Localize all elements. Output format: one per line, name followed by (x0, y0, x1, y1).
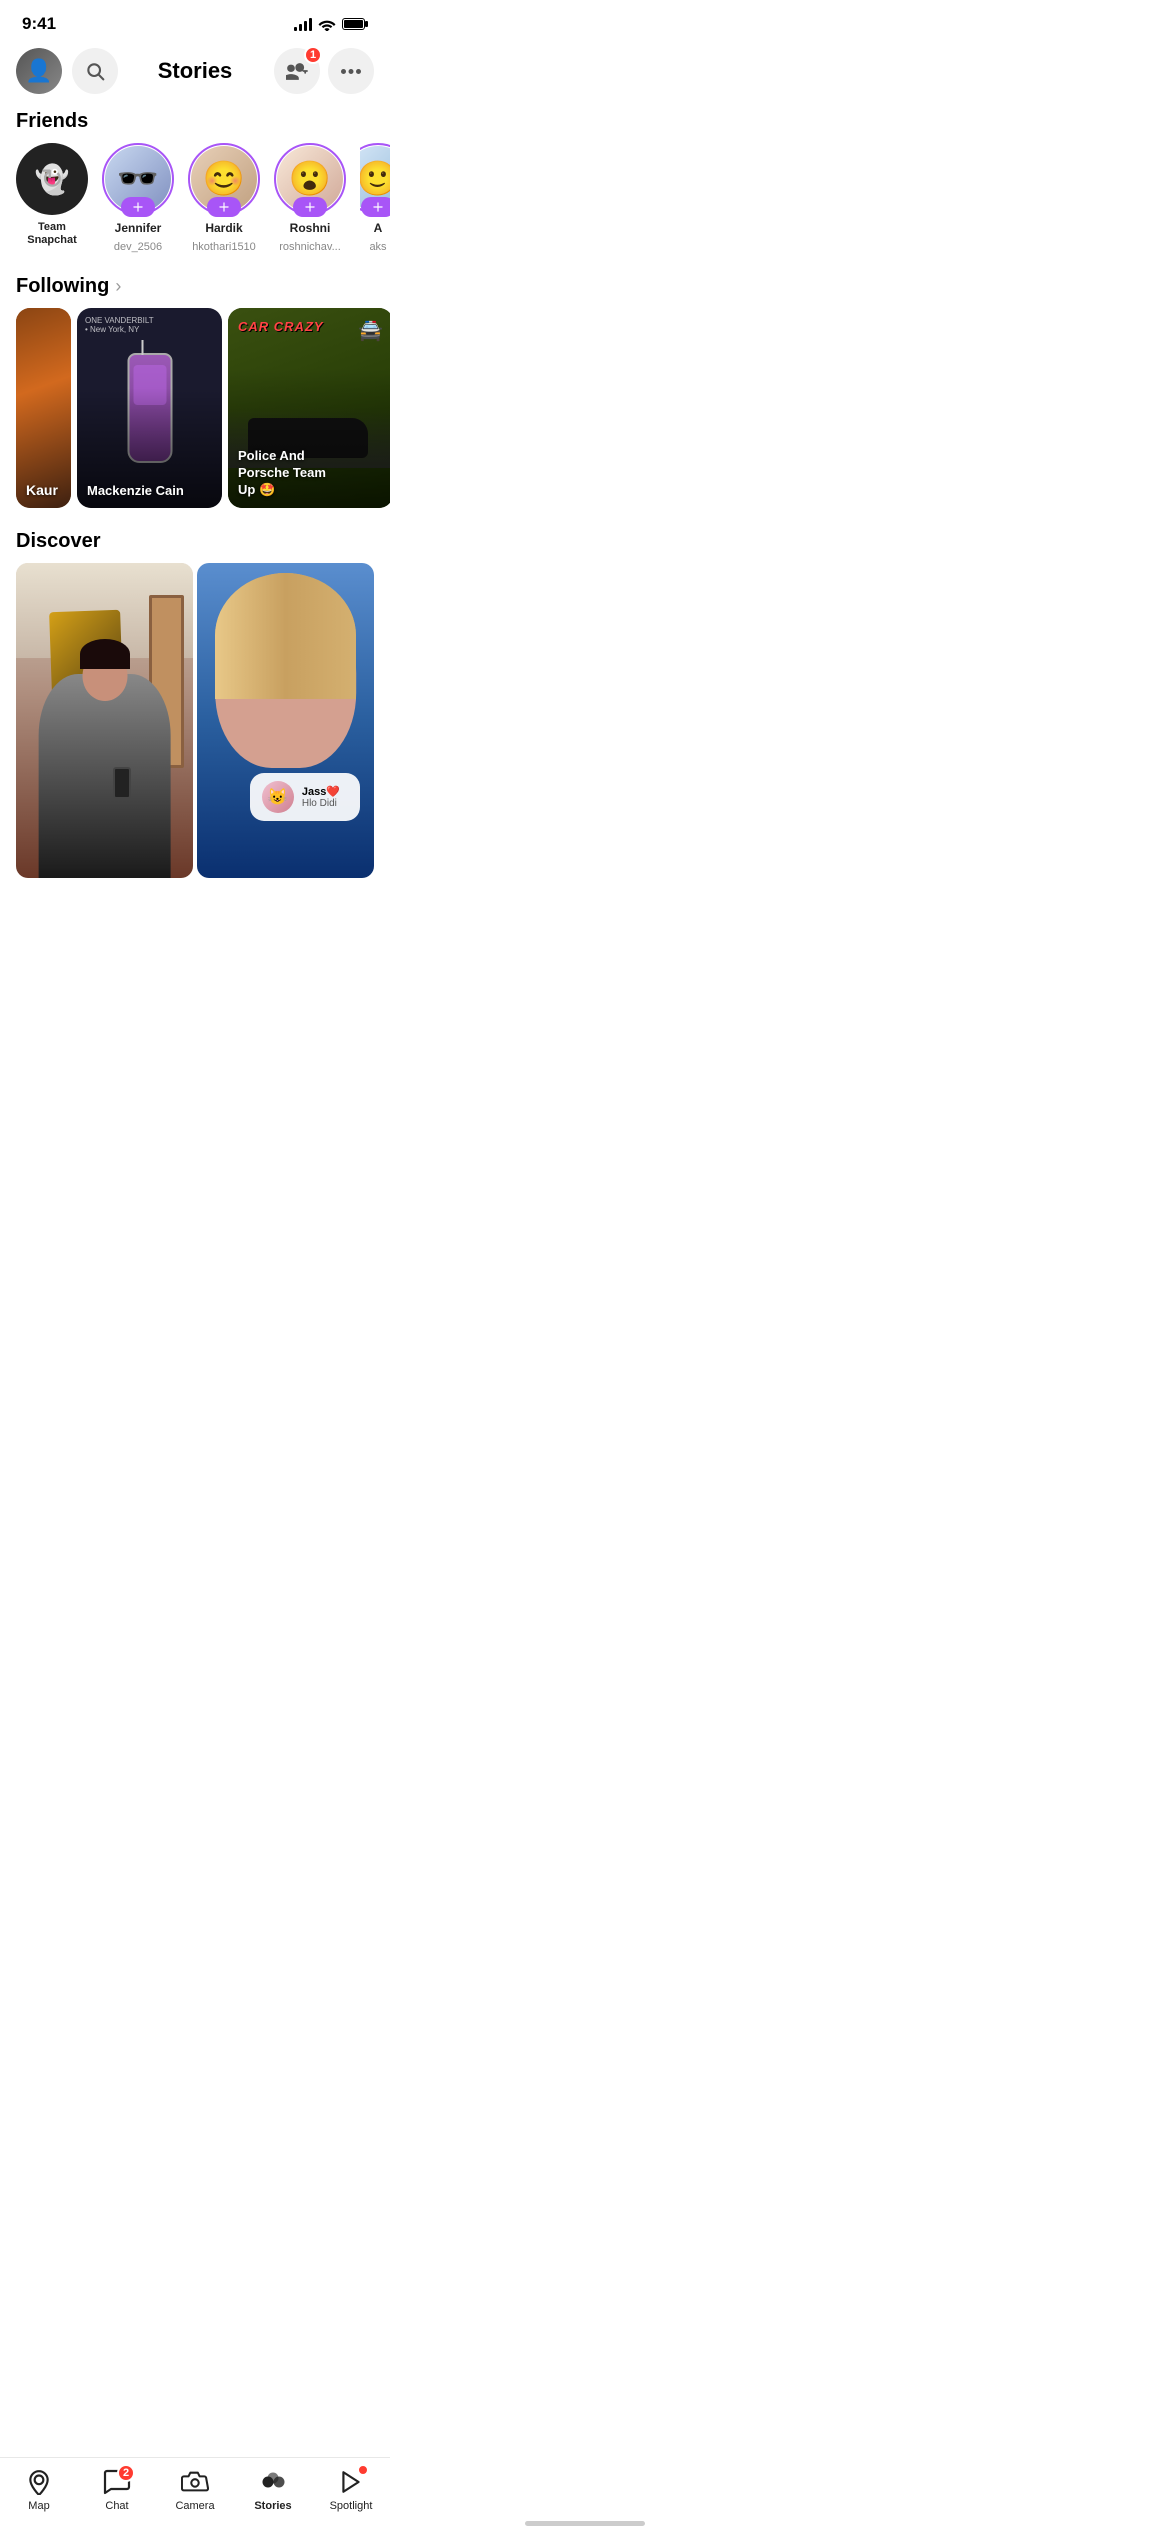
nav-item-stories[interactable]: Stories (234, 2468, 312, 2512)
add-friend-icon (286, 61, 308, 81)
following-card-kaur[interactable]: Kaur (16, 308, 71, 508)
header-left: 👤 (16, 48, 118, 94)
header-right: 1 (274, 48, 374, 94)
add-friend-overlay-hardik (207, 197, 241, 217)
bottom-nav: Map 2 Chat Camera Stories (0, 2457, 390, 2532)
friend-avatar-hardik: 😊 (188, 143, 260, 215)
discover-section-title: Discover (0, 524, 390, 563)
user-avatar[interactable]: 👤 (16, 48, 62, 94)
friend-username-jennifer: dev_2506 (114, 241, 162, 253)
home-indicator (525, 2521, 645, 2526)
friend-item-roshni[interactable]: 😮 Roshni roshnichav... (274, 143, 346, 253)
following-arrow-icon[interactable]: › (115, 276, 121, 297)
friend-name-hardik: Hardik (205, 221, 242, 235)
signal-icon (294, 17, 312, 31)
add-friend-overlay-aks (361, 197, 390, 217)
following-section-title: Following (16, 275, 109, 298)
search-button[interactable] (72, 48, 118, 94)
discover-grid: 😺 Jass❤️ Hlo Didi (0, 563, 390, 894)
more-icon (341, 69, 361, 74)
nav-label-chat: Chat (105, 2500, 128, 2512)
discover-card-2[interactable]: 😺 Jass❤️ Hlo Didi (197, 563, 374, 878)
following-card-label-kaur: Kaur (26, 482, 58, 498)
following-scroll: Kaur ONE VANDERBILT• New York, NY Macken… (0, 308, 390, 524)
following-card-label-mackenzie: Mackenzie Cain (87, 483, 184, 498)
discover-overlay-card: 😺 Jass❤️ Hlo Didi (250, 773, 360, 821)
nav-label-camera: Camera (175, 2500, 214, 2512)
battery-icon (342, 17, 368, 31)
following-card-police[interactable]: 🚔 CAR CRAZY Police AndPorsche TeamUp 🤩 (228, 308, 390, 508)
notification-badge: 1 (304, 46, 322, 64)
overlay-avatar: 😺 (262, 781, 294, 813)
friend-name-roshni: Roshni (290, 221, 331, 235)
stories-icon (259, 2468, 287, 2496)
search-icon (85, 61, 105, 81)
friend-item-hardik[interactable]: 😊 Hardik hkothari1510 (188, 143, 260, 253)
friend-avatar-aks: 🙂 (360, 143, 390, 215)
camera-icon (181, 2468, 209, 2496)
friend-username-aks: aks (369, 241, 386, 253)
friend-item-aks[interactable]: 🙂 A aks (360, 143, 390, 253)
nav-label-spotlight: Spotlight (330, 2500, 373, 2512)
overlay-msg: Hlo Didi (302, 798, 340, 809)
overlay-name: Jass❤️ (302, 785, 340, 798)
add-friend-overlay-jennifer (121, 197, 155, 217)
nav-item-camera[interactable]: Camera (156, 2468, 234, 2512)
spotlight-badge (357, 2464, 369, 2476)
map-icon (25, 2468, 53, 2496)
friend-avatar-team-snapchat: 👻 ↻ (16, 143, 88, 215)
following-header: Following › (0, 269, 390, 308)
spotlight-icon (337, 2468, 365, 2496)
friend-username-hardik: hkothari1510 (192, 241, 256, 253)
status-time: 9:41 (22, 14, 56, 34)
add-friend-overlay-roshni (293, 197, 327, 217)
nav-label-stories: Stories (254, 2500, 291, 2512)
friend-name-jennifer: Jennifer (115, 221, 162, 235)
status-bar: 9:41 (0, 0, 390, 42)
nav-item-map[interactable]: Map (0, 2468, 78, 2512)
discover-card-1[interactable] (16, 563, 193, 878)
chat-badge: 2 (117, 2464, 135, 2482)
friends-section-title: Friends (0, 104, 390, 143)
friends-scroll: 👻 ↻ TeamSnapchat 🕶️ Jennifer dev_2506 (0, 143, 390, 269)
friend-username-roshni: roshnichav... (279, 241, 341, 253)
page-title: Stories (158, 58, 233, 84)
replay-icon: ↻ (40, 163, 63, 196)
add-friend-button[interactable]: 1 (274, 48, 320, 94)
friend-item-team-snapchat[interactable]: 👻 ↻ TeamSnapchat (16, 143, 88, 253)
friend-name-aks: A (374, 221, 383, 235)
friend-name-team-snapchat: TeamSnapchat (27, 221, 77, 247)
chat-icon: 2 (103, 2468, 131, 2496)
following-card-mackenzie[interactable]: ONE VANDERBILT• New York, NY Mackenzie C… (77, 308, 222, 508)
more-options-button[interactable] (328, 48, 374, 94)
following-card-label-police: Police AndPorsche TeamUp 🤩 (238, 448, 326, 499)
header: 👤 Stories 1 (0, 42, 390, 104)
wifi-icon (318, 17, 336, 31)
status-icons (294, 17, 368, 31)
friend-avatar-jennifer: 🕶️ (102, 143, 174, 215)
nav-label-map: Map (28, 2500, 49, 2512)
friend-item-jennifer[interactable]: 🕶️ Jennifer dev_2506 (102, 143, 174, 253)
friend-avatar-roshni: 😮 (274, 143, 346, 215)
nav-item-spotlight[interactable]: Spotlight (312, 2468, 390, 2512)
nav-item-chat[interactable]: 2 Chat (78, 2468, 156, 2512)
